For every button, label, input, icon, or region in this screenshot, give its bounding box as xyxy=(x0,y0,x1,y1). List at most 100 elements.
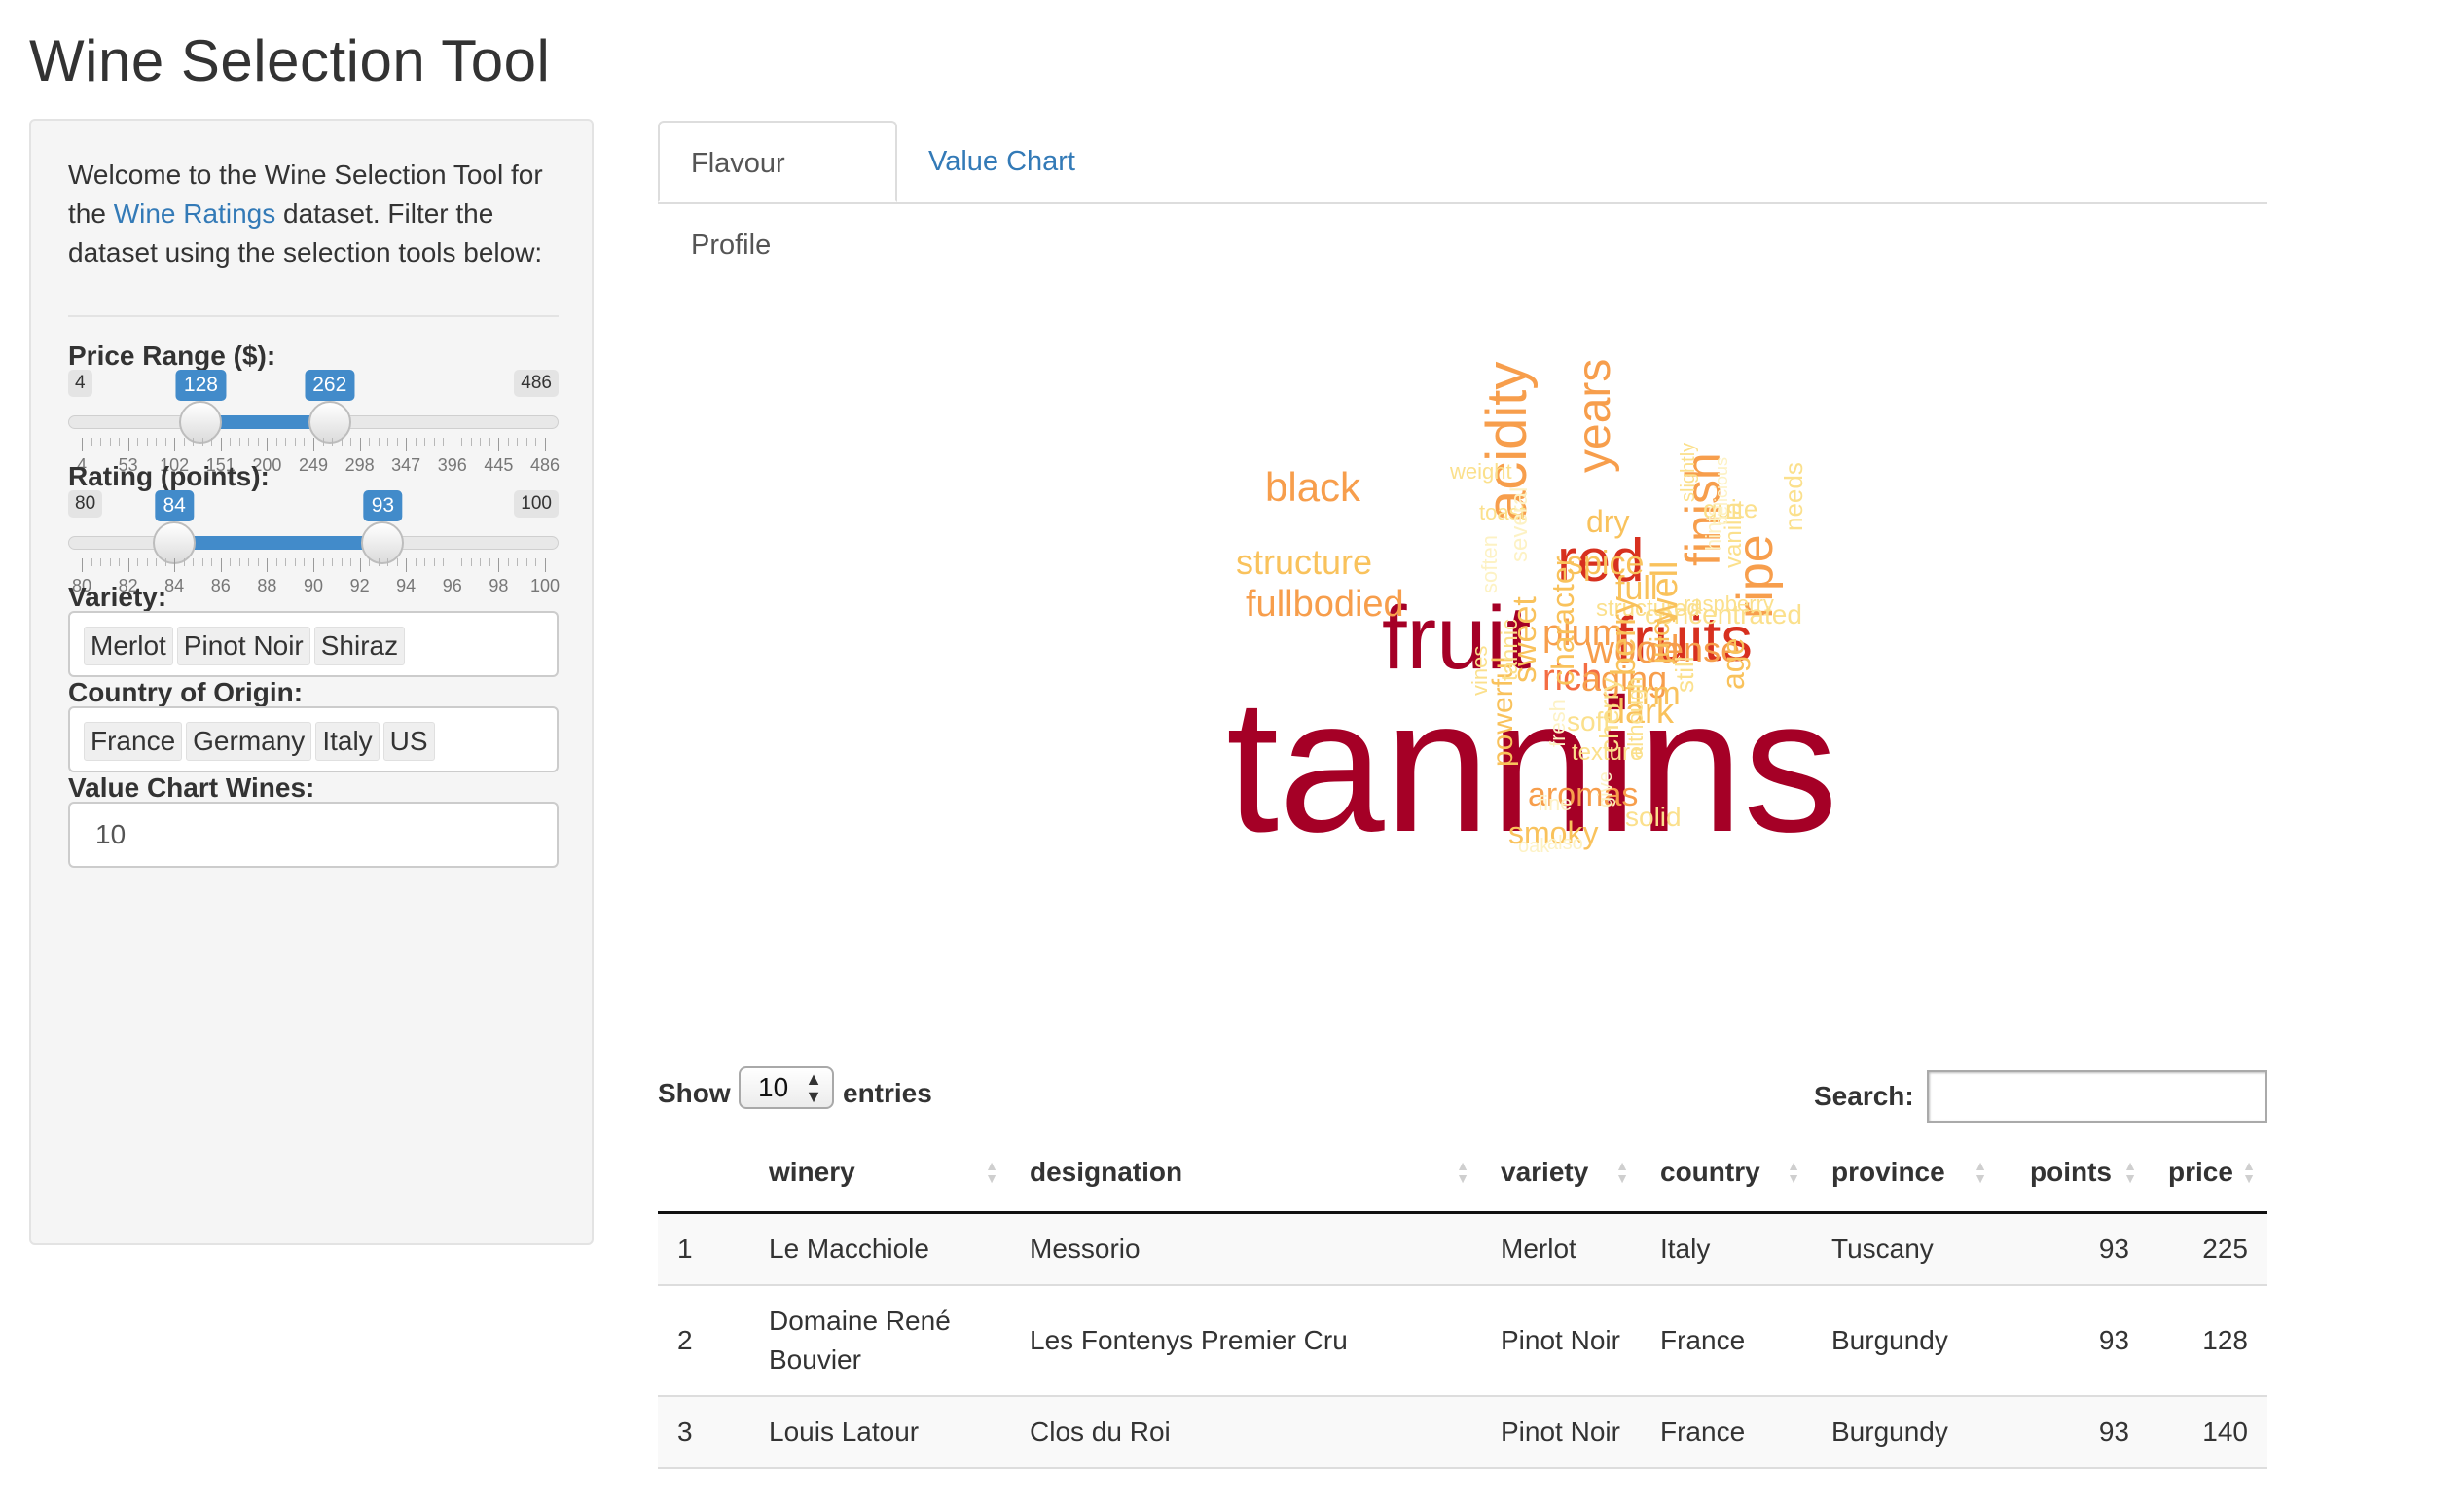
column-header-winery[interactable]: winery ▲ ▼ xyxy=(749,1134,1010,1214)
sort-arrows-icon[interactable]: ▲ ▼ xyxy=(1787,1159,1800,1185)
rating-tick xyxy=(480,558,482,566)
sort-arrows-icon[interactable]: ▲ ▼ xyxy=(1456,1159,1469,1185)
country-label: Country of Origin: xyxy=(68,677,304,707)
rating-grid-label: 94 xyxy=(396,576,417,595)
table-cell: 225 xyxy=(2149,1212,2267,1286)
price-grid-label: 486 xyxy=(529,455,561,475)
table-cell: Pinot Noir xyxy=(1481,1395,1641,1469)
word-cloud-word: dry xyxy=(1586,504,1630,539)
country-chip[interactable]: US xyxy=(382,722,435,761)
rating-tick xyxy=(406,558,408,572)
table-body: 1 Le Macchiole Messorio Merlot Italy Tuscany 9… xyxy=(658,1212,2267,1469)
price-tick xyxy=(498,438,500,451)
price-grid-label: 298 xyxy=(344,455,375,475)
price-tick xyxy=(248,438,250,446)
rating-tick xyxy=(341,558,343,566)
variety-multiselect[interactable]: Merlot Pinot Noir Shiraz xyxy=(68,611,559,677)
sort-arrows-icon[interactable]: ▲ ▼ xyxy=(1615,1159,1629,1185)
sort-arrows-icon[interactable]: ▲ ▼ xyxy=(1974,1159,1987,1185)
rating-tick xyxy=(489,558,490,566)
rating-min-label: 80 xyxy=(68,490,103,518)
country-chip[interactable]: Germany xyxy=(186,722,312,761)
country-multiselect[interactable]: France Germany Italy US xyxy=(68,706,559,772)
rating-grid-label: 90 xyxy=(303,576,324,595)
sort-arrows-icon[interactable]: ▲ ▼ xyxy=(985,1159,998,1185)
price-tick xyxy=(359,438,361,451)
country-chip[interactable]: Italy xyxy=(315,722,380,761)
rating-tick xyxy=(146,558,148,566)
price-tick xyxy=(267,438,269,451)
tab-value-chart[interactable]: Value Chart xyxy=(897,121,1106,202)
value-chart-wines-input[interactable] xyxy=(68,802,559,868)
table-row[interactable]: 3 Louis Latour Clos du Roi Pinot Noir France… xyxy=(658,1395,2267,1469)
word-cloud-word: oak xyxy=(1518,836,1550,857)
word-cloud-word: years xyxy=(1569,358,1620,473)
rating-tick xyxy=(294,558,296,566)
price-tick xyxy=(82,438,83,451)
table-cell: 1 xyxy=(658,1212,749,1286)
price-grid-label: 396 xyxy=(437,455,467,475)
word-cloud-word: age xyxy=(1716,637,1751,690)
search-label: Search: xyxy=(1814,1081,1914,1111)
variety-chip[interactable]: Pinot Noir xyxy=(176,627,310,665)
rating-selected-bar xyxy=(174,536,383,550)
search-input[interactable] xyxy=(1927,1070,2267,1123)
rating-tick xyxy=(545,558,546,572)
rating-tick xyxy=(313,558,314,572)
rating-tick xyxy=(359,558,361,572)
rating-tick xyxy=(119,558,121,566)
country-chip[interactable]: France xyxy=(84,722,183,761)
word-cloud-word: although xyxy=(1623,676,1648,759)
sort-arrows-icon[interactable]: ▲ ▼ xyxy=(2123,1159,2137,1185)
column-header-country[interactable]: country ▲ ▼ xyxy=(1641,1134,1812,1214)
table-row[interactable]: 2 Domaine René Bouvier Les Fontenys Premie… xyxy=(658,1284,2267,1397)
word-cloud-word: fullbodied xyxy=(1246,584,1404,625)
word-cloud-word: berry xyxy=(1603,595,1643,676)
variety-chip[interactable]: Merlot xyxy=(84,627,173,665)
price-tick xyxy=(109,438,111,446)
rating-tick xyxy=(164,558,166,566)
rating-tick xyxy=(443,558,445,566)
sort-arrows-icon[interactable]: ▲ ▼ xyxy=(2242,1159,2256,1185)
word-cloud-word: fine xyxy=(1538,791,1573,815)
table-row[interactable]: 1 Le Macchiole Messorio Merlot Italy Tuscany 9… xyxy=(658,1212,2267,1286)
price-tick xyxy=(257,438,259,446)
column-header-designation[interactable]: designation ▲ ▼ xyxy=(1010,1134,1481,1214)
price-tick xyxy=(156,438,158,446)
rating-tick xyxy=(275,558,277,566)
price-tick xyxy=(193,438,195,446)
column-header-variety[interactable]: variety ▲ ▼ xyxy=(1481,1134,1641,1214)
column-header-province[interactable]: province ▲ ▼ xyxy=(1812,1134,1999,1214)
price-tick xyxy=(433,438,435,446)
word-cloud-word: soften xyxy=(1477,535,1502,593)
tab-flavour-profile[interactable]: Flavour Profile xyxy=(658,121,897,261)
rating-tick xyxy=(304,558,306,566)
rating-tick xyxy=(238,558,240,566)
table-cell: Louis Latour xyxy=(749,1395,1010,1469)
word-cloud-word: also xyxy=(1547,833,1583,854)
rating-tick xyxy=(201,558,203,566)
rating-tick xyxy=(369,558,371,566)
table-header-row: winery ▲ ▼ designation ▲ ▼ variety ▲ ▼ country ▲ ▼ p… xyxy=(658,1134,2267,1214)
variety-chip[interactable]: Shiraz xyxy=(313,627,406,665)
price-tick xyxy=(525,438,527,446)
word-cloud-word: give xyxy=(1595,771,1616,807)
column-header-price[interactable]: price ▲ ▼ xyxy=(2149,1134,2267,1214)
word-cloud-word: delicious xyxy=(1712,456,1731,525)
column-header-points[interactable]: points ▲ ▼ xyxy=(1999,1134,2149,1214)
rating-grid-label: 98 xyxy=(489,576,509,595)
price-tick xyxy=(507,438,509,446)
price-tick xyxy=(183,438,185,446)
price-tick xyxy=(146,438,148,446)
rating-tick xyxy=(415,558,417,566)
price-tick xyxy=(396,438,398,446)
entries-length-select[interactable]: 10 ▲ ▼ xyxy=(739,1066,834,1109)
price-tick xyxy=(332,438,334,446)
rating-tick xyxy=(378,558,380,566)
table-cell: 128 xyxy=(2149,1284,2267,1397)
table-cell: 2 xyxy=(658,1284,749,1397)
rating-tick xyxy=(127,558,129,572)
table-cell: 93 xyxy=(1999,1284,2149,1397)
rating-ticks xyxy=(68,558,559,572)
wine-ratings-link[interactable]: Wine Ratings xyxy=(114,198,276,229)
